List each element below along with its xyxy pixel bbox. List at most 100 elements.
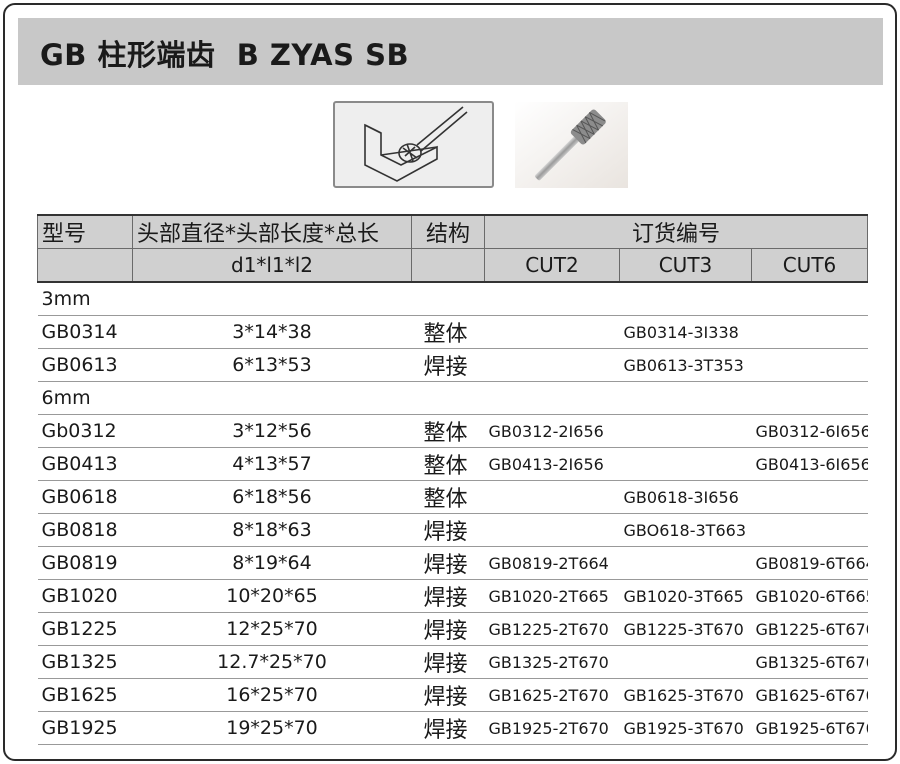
cut3-cell: GB0618-3I656: [619, 480, 752, 514]
cut6-cell: GB1925-6T670: [751, 711, 868, 745]
table-row: GB0314 3*14*38 整体 GB0314-3I338: [37, 315, 868, 349]
cut2-cell: GB1225-2T670: [484, 612, 620, 646]
header-cut6: CUT6: [751, 248, 868, 283]
cut3-cell: [619, 645, 752, 679]
product-photo: [515, 102, 628, 188]
usage-diagram-icon: [364, 106, 468, 182]
structure-cell: 整体: [411, 315, 485, 349]
model-cell: GB1925: [37, 711, 133, 745]
cut2-cell: GB1625-2T670: [484, 678, 620, 712]
size-cell: 10*20*65: [132, 579, 412, 613]
table-row: GB1325 12.7*25*70 焊接 GB1325-2T670 GB1325-6T6…: [37, 645, 868, 679]
structure-cell: 焊接: [411, 348, 485, 382]
section-row: 6mm: [37, 381, 868, 415]
header-structure: 结构: [411, 214, 485, 249]
table-row: GB0818 8*18*63 焊接 GBO618-3T663: [37, 513, 868, 547]
model-cell: GB1020: [37, 579, 133, 613]
structure-cell: 整体: [411, 447, 485, 481]
header-order-no: 订货编号: [484, 214, 868, 249]
size-cell: 6*18*56: [132, 480, 412, 514]
table-row: GB0618 6*18*56 整体 GB0618-3I656: [37, 480, 868, 514]
structure-cell: 焊接: [411, 546, 485, 580]
model-cell: GB1225: [37, 612, 133, 646]
cut6-cell: GB1020-6T665: [751, 579, 868, 613]
header-dimensions-sub: d1*l1*l2: [132, 248, 412, 283]
model-cell: GB0819: [37, 546, 133, 580]
cut3-cell: GB1925-3T670: [619, 711, 752, 745]
structure-cell: 焊接: [411, 711, 485, 745]
cut3-cell: GB1020-3T665: [619, 579, 752, 613]
header-row-1: 型号 头部直径*头部长度*总长 结构 订货编号: [37, 214, 868, 249]
header-dimensions: 头部直径*头部长度*总长: [132, 214, 412, 249]
cut6-cell: GB1325-6T670: [751, 645, 868, 679]
model-cell: Gb0312: [37, 414, 133, 448]
model-cell: GB0613: [37, 348, 133, 382]
page-title: GB 柱形端齿 B ZYAS SB: [40, 38, 410, 72]
model-cell: GB0314: [37, 315, 133, 349]
header-structure-blank: [411, 248, 485, 283]
size-cell: 6*13*53: [132, 348, 412, 382]
section-label: 6mm: [37, 381, 868, 415]
cut2-cell: [484, 480, 620, 514]
table-row: GB1225 12*25*70 焊接 GB1225-2T670 GB1225-3T670…: [37, 612, 868, 646]
header-cut3: CUT3: [619, 248, 752, 283]
table-row: GB1625 16*25*70 焊接 GB1625-2T670 GB1625-3T670…: [37, 678, 868, 712]
cut6-cell: [751, 480, 868, 514]
model-cell: GB0413: [37, 447, 133, 481]
cut2-cell: GB1325-2T670: [484, 645, 620, 679]
cut6-cell: GB1225-6T670: [751, 612, 868, 646]
table-row: GB0819 8*19*64 焊接 GB0819-2T664 GB0819-6T664: [37, 546, 868, 580]
cut2-cell: GB0413-2I656: [484, 447, 620, 481]
cut2-cell: [484, 513, 620, 547]
table-row: GB1925 19*25*70 焊接 GB1925-2T670 GB1925-3T670…: [37, 711, 868, 745]
size-cell: 8*19*64: [132, 546, 412, 580]
model-cell: GB0818: [37, 513, 133, 547]
cut2-cell: [484, 348, 620, 382]
structure-cell: 焊接: [411, 645, 485, 679]
header-cut2: CUT2: [484, 248, 620, 283]
cut6-cell: GB0312-6I656: [751, 414, 868, 448]
structure-cell: 整体: [411, 480, 485, 514]
cut6-cell: GB1625-6T670: [751, 678, 868, 712]
table-row: Gb0312 3*12*56 整体 GB0312-2I656 GB0312-6I656: [37, 414, 868, 448]
cut3-cell: GB1625-3T670: [619, 678, 752, 712]
section-label: 3mm: [37, 282, 868, 316]
cut6-cell: [751, 315, 868, 349]
cut3-cell: [619, 546, 752, 580]
cut3-cell: [619, 414, 752, 448]
cut6-cell: [751, 513, 868, 547]
usage-illustration: [333, 101, 494, 188]
cut6-cell: GB0819-6T664: [751, 546, 868, 580]
structure-cell: 焊接: [411, 513, 485, 547]
size-cell: 12*25*70: [132, 612, 412, 646]
header-row-2: d1*l1*l2 CUT2 CUT3 CUT6: [37, 248, 868, 283]
size-cell: 16*25*70: [132, 678, 412, 712]
title-bar: GB 柱形端齿 B ZYAS SB: [18, 18, 883, 85]
section-row: 3mm: [37, 282, 868, 316]
cut2-cell: [484, 315, 620, 349]
table-row: GB1020 10*20*65 焊接 GB1020-2T665 GB1020-3T665…: [37, 579, 868, 613]
cut2-cell: GB1925-2T670: [484, 711, 620, 745]
cut3-cell: GB1225-3T670: [619, 612, 752, 646]
cut2-cell: GB0312-2I656: [484, 414, 620, 448]
structure-cell: 整体: [411, 414, 485, 448]
size-cell: 19*25*70: [132, 711, 412, 745]
table-row: GB0413 4*13*57 整体 GB0413-2I656 GB0413-6I656: [37, 447, 868, 481]
cut3-cell: GB0314-3I338: [619, 315, 752, 349]
burr-tool-icon: [515, 102, 628, 188]
model-cell: GB1625: [37, 678, 133, 712]
structure-cell: 焊接: [411, 678, 485, 712]
size-cell: 3*14*38: [132, 315, 412, 349]
table-row: GB0613 6*13*53 焊接 GB0613-3T353: [37, 348, 868, 382]
size-cell: 4*13*57: [132, 447, 412, 481]
size-cell: 8*18*63: [132, 513, 412, 547]
header-model-blank: [37, 248, 133, 283]
cut2-cell: GB0819-2T664: [484, 546, 620, 580]
model-cell: GB0618: [37, 480, 133, 514]
cut6-cell: GB0413-6I656: [751, 447, 868, 481]
cut3-cell: [619, 447, 752, 481]
cut3-cell: GB0613-3T353: [619, 348, 752, 382]
cut2-cell: GB1020-2T665: [484, 579, 620, 613]
cut3-cell: GBO618-3T663: [619, 513, 752, 547]
cut6-cell: [751, 348, 868, 382]
